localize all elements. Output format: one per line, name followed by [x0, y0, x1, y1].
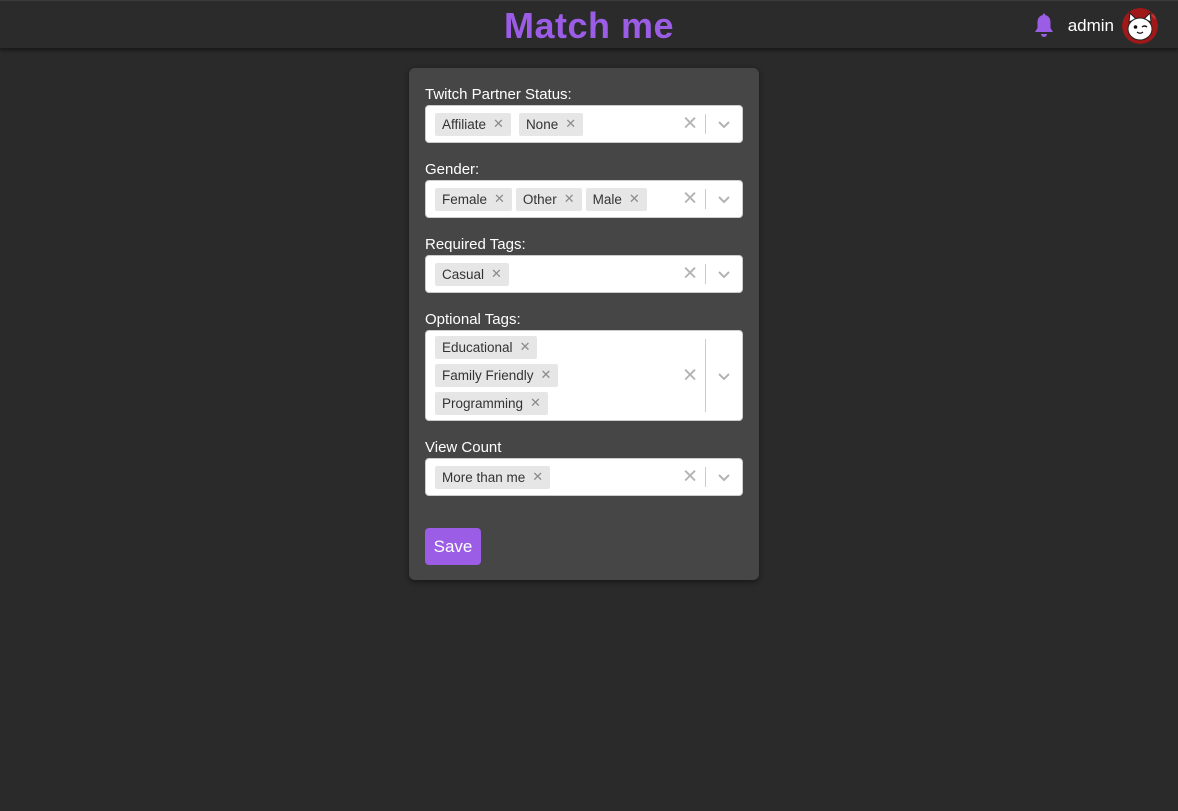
username[interactable]: admin	[1068, 16, 1114, 36]
value-chip: Male ✕	[585, 187, 647, 211]
field-label: Optional Tags:	[425, 311, 521, 328]
value-chip: Other ✕	[515, 187, 582, 211]
selected-values: Educational ✕ Family Friendly ✕ Programm…	[435, 331, 670, 420]
chevron-down-icon[interactable]	[716, 469, 732, 485]
selected-values: Casual ✕	[435, 256, 670, 292]
value-chip: Affiliate ✕	[435, 112, 511, 136]
value-chip: Casual ✕	[435, 262, 509, 286]
indicator-separator	[705, 467, 706, 487]
field-required-tags: Required Tags: Casual ✕ ✕	[425, 236, 743, 293]
chip-label: Female	[442, 191, 488, 207]
field-gender: Gender: Female ✕ Other ✕ Male ✕ ✕	[425, 161, 743, 218]
clear-all-icon[interactable]: ✕	[682, 190, 698, 209]
chip-remove-icon[interactable]: ✕	[488, 113, 511, 136]
chip-remove-icon[interactable]: ✕	[536, 364, 559, 387]
field-label: Twitch Partner Status:	[425, 86, 572, 103]
chip-label: Programming	[442, 396, 524, 411]
chip-remove-icon[interactable]: ✕	[559, 188, 582, 211]
chip-remove-icon[interactable]: ✕	[489, 188, 512, 211]
avatar-cat-icon	[1122, 8, 1158, 44]
indicator-separator	[705, 264, 706, 284]
chip-remove-icon[interactable]: ✕	[624, 188, 647, 211]
bell-icon[interactable]	[1032, 13, 1056, 39]
chip-label: More than me	[442, 469, 526, 485]
top-navbar: Match me admin	[0, 0, 1178, 49]
gender-select[interactable]: Female ✕ Other ✕ Male ✕ ✕	[425, 180, 743, 218]
chip-remove-icon[interactable]: ✕	[527, 466, 550, 489]
optional-tags-select[interactable]: Educational ✕ Family Friendly ✕ Programm…	[425, 330, 743, 421]
value-chip: More than me ✕	[435, 465, 551, 489]
save-button[interactable]: Save	[425, 528, 481, 565]
chip-label: Casual	[442, 266, 485, 282]
field-label: Gender:	[425, 161, 480, 178]
value-chip: Family Friendly ✕	[435, 364, 559, 387]
indicator-separator	[705, 189, 706, 209]
indicator-separator	[705, 114, 706, 134]
value-chip: Programming ✕	[435, 392, 548, 415]
value-chip: Female ✕	[435, 187, 512, 211]
indicator-separator	[705, 339, 706, 412]
field-label: Required Tags:	[425, 236, 526, 253]
required-tags-select[interactable]: Casual ✕ ✕	[425, 255, 743, 293]
clear-all-icon[interactable]: ✕	[682, 265, 698, 284]
chevron-down-icon[interactable]	[716, 191, 732, 207]
chip-remove-icon[interactable]: ✕	[486, 263, 509, 286]
chip-remove-icon[interactable]: ✕	[525, 392, 548, 415]
user-menu: admin	[1032, 7, 1158, 45]
selected-values: Affiliate ✕ None ✕	[435, 106, 670, 142]
chip-remove-icon[interactable]: ✕	[560, 113, 583, 136]
value-chip: None ✕	[518, 112, 584, 136]
settings-card: Twitch Partner Status: Affiliate ✕ None …	[409, 68, 759, 580]
view-count-select[interactable]: More than me ✕ ✕	[425, 458, 743, 496]
chip-label: Affiliate	[442, 116, 487, 132]
chevron-down-icon[interactable]	[716, 116, 732, 132]
selected-values: More than me ✕	[435, 459, 670, 495]
field-view-count: View Count More than me ✕ ✕	[425, 439, 743, 496]
selected-values: Female ✕ Other ✕ Male ✕	[435, 181, 670, 217]
chip-label: Educational	[442, 340, 513, 355]
chevron-down-icon[interactable]	[716, 266, 732, 282]
clear-all-icon[interactable]: ✕	[682, 468, 698, 487]
avatar[interactable]	[1122, 8, 1158, 44]
chip-label: None	[525, 116, 559, 132]
chip-remove-icon[interactable]: ✕	[515, 336, 538, 359]
partner-status-select[interactable]: Affiliate ✕ None ✕ ✕	[425, 105, 743, 143]
clear-all-icon[interactable]: ✕	[682, 366, 698, 385]
clear-all-icon[interactable]: ✕	[682, 115, 698, 134]
chip-label: Family Friendly	[442, 368, 534, 383]
app-title: Match me	[503, 5, 675, 46]
value-chip: Educational ✕	[435, 336, 538, 359]
field-label: View Count	[425, 439, 502, 456]
chip-label: Other	[522, 191, 557, 207]
field-twitch-partner-status: Twitch Partner Status: Affiliate ✕ None …	[425, 86, 743, 143]
chevron-down-icon[interactable]	[716, 368, 732, 384]
field-optional-tags: Optional Tags: Educational ✕ Family Frie…	[425, 311, 743, 421]
chip-label: Male	[592, 191, 622, 207]
